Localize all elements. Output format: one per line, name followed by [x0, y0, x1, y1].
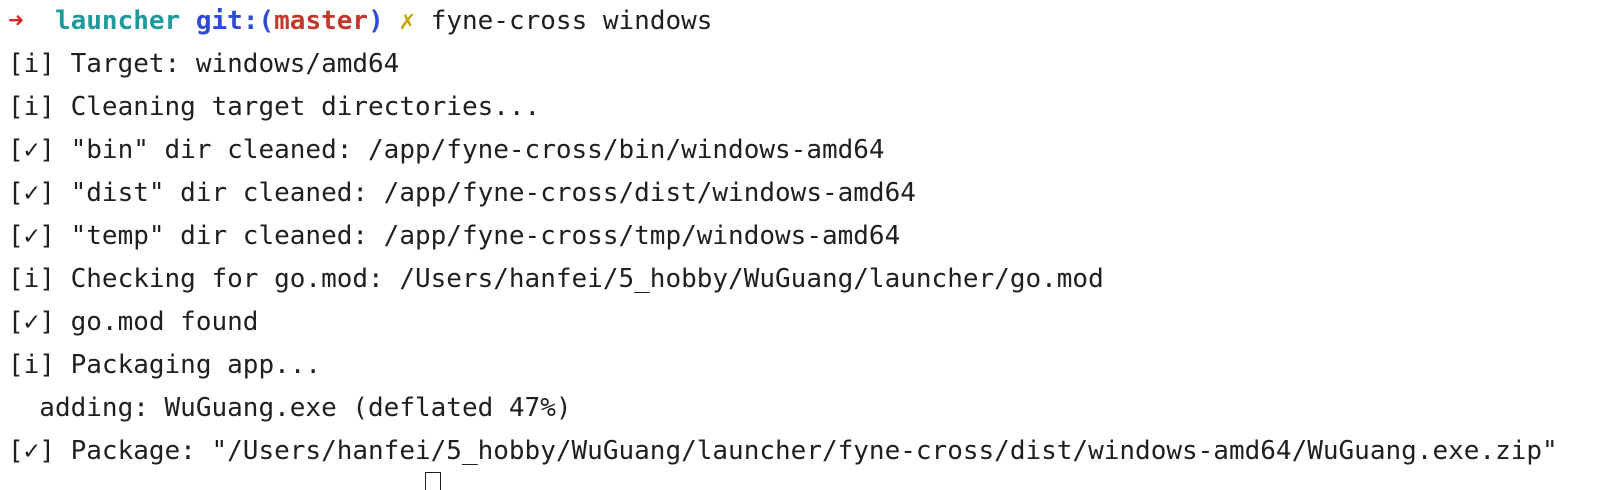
terminal-cursor — [425, 472, 441, 490]
git-dirty-icon: ✗ — [399, 6, 416, 36]
prompt-directory: launcher — [54, 6, 181, 36]
output-line: [i] Cleaning target directories... — [8, 92, 541, 122]
output-line: [✓] "dist" dir cleaned: /app/fyne-cross/… — [8, 178, 916, 208]
output-line: [✓] go.mod found — [8, 307, 259, 337]
output-line: [✓] "bin" dir cleaned: /app/fyne-cross/b… — [8, 135, 885, 165]
output-line: [i] Checking for go.mod: /Users/hanfei/5… — [8, 264, 1104, 294]
output-line: [✓] "temp" dir cleaned: /app/fyne-cross/… — [8, 221, 901, 251]
output-line: adding: WuGuang.exe (deflated 47%) — [8, 393, 572, 423]
prompt-arrow-icon: ➜ — [8, 6, 24, 36]
command-text: fyne-cross windows — [430, 6, 713, 36]
output-line: [i] Packaging app... — [8, 350, 322, 380]
prompt-git-prefix: git:( — [195, 6, 275, 36]
prompt-line: ➜ launcher git:(master) ✗ fyne-cross win… — [8, 0, 1608, 43]
prompt-git-branch: master — [274, 6, 369, 36]
output-line: [✓] Package: "/Users/hanfei/5_hobby/WuGu… — [8, 436, 1558, 466]
prompt-git-suffix: ) — [368, 6, 384, 36]
output-line: [i] Target: windows/amd64 — [8, 49, 400, 79]
terminal-window[interactable]: ➜ launcher git:(master) ✗ fyne-cross win… — [0, 0, 1608, 490]
